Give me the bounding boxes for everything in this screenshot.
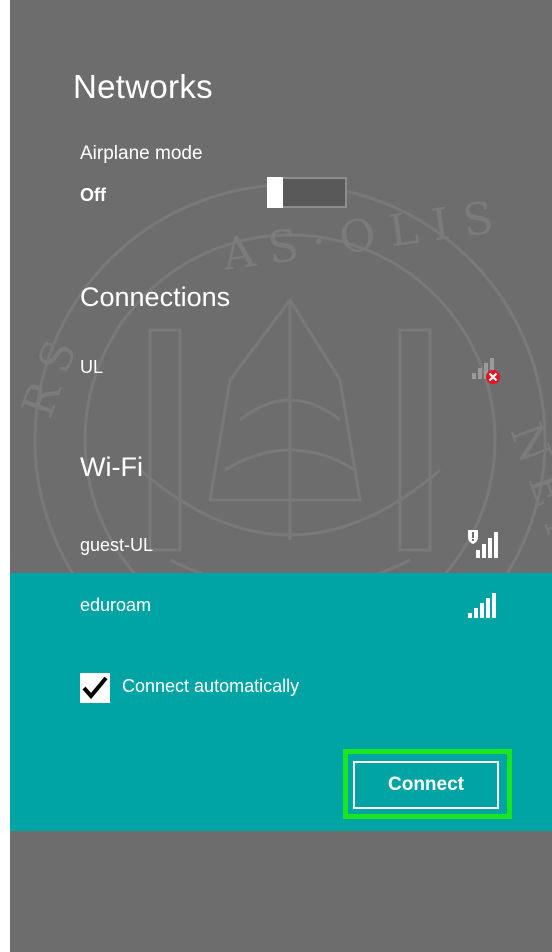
connection-item-ul[interactable]: UL	[10, 345, 552, 395]
cellular-signal-disconnected-icon	[472, 358, 500, 384]
panel-title: Networks	[73, 68, 213, 105]
connections-heading: Connections	[80, 282, 231, 312]
connect-automatically-checkbox[interactable]	[80, 673, 110, 703]
connect-button[interactable]: Connect	[353, 761, 499, 809]
airplane-mode-state: Off	[80, 185, 106, 205]
wifi-heading: Wi-Fi	[80, 452, 143, 482]
networks-panel: A S · O L I S R S N E N L V C E M Networ…	[10, 0, 552, 952]
wifi-signal-secured-warning-icon	[468, 530, 498, 558]
wifi-network-guest-ul[interactable]: guest-UL	[10, 520, 552, 570]
toggle-thumb	[267, 177, 283, 208]
checkmark-icon	[82, 676, 108, 700]
airplane-mode-label: Airplane mode	[80, 143, 203, 164]
selected-network-panel: eduroam Connect automatically Connect	[10, 573, 552, 831]
network-name: guest-UL	[80, 535, 154, 555]
network-name[interactable]: eduroam	[80, 595, 151, 616]
wifi-signal-icon	[468, 593, 496, 618]
connection-name: UL	[80, 357, 104, 377]
connect-automatically-label: Connect automatically	[122, 676, 300, 696]
airplane-mode-toggle[interactable]	[267, 177, 347, 208]
svg-text:A S · O L I S: A S · O L I S	[218, 192, 496, 281]
